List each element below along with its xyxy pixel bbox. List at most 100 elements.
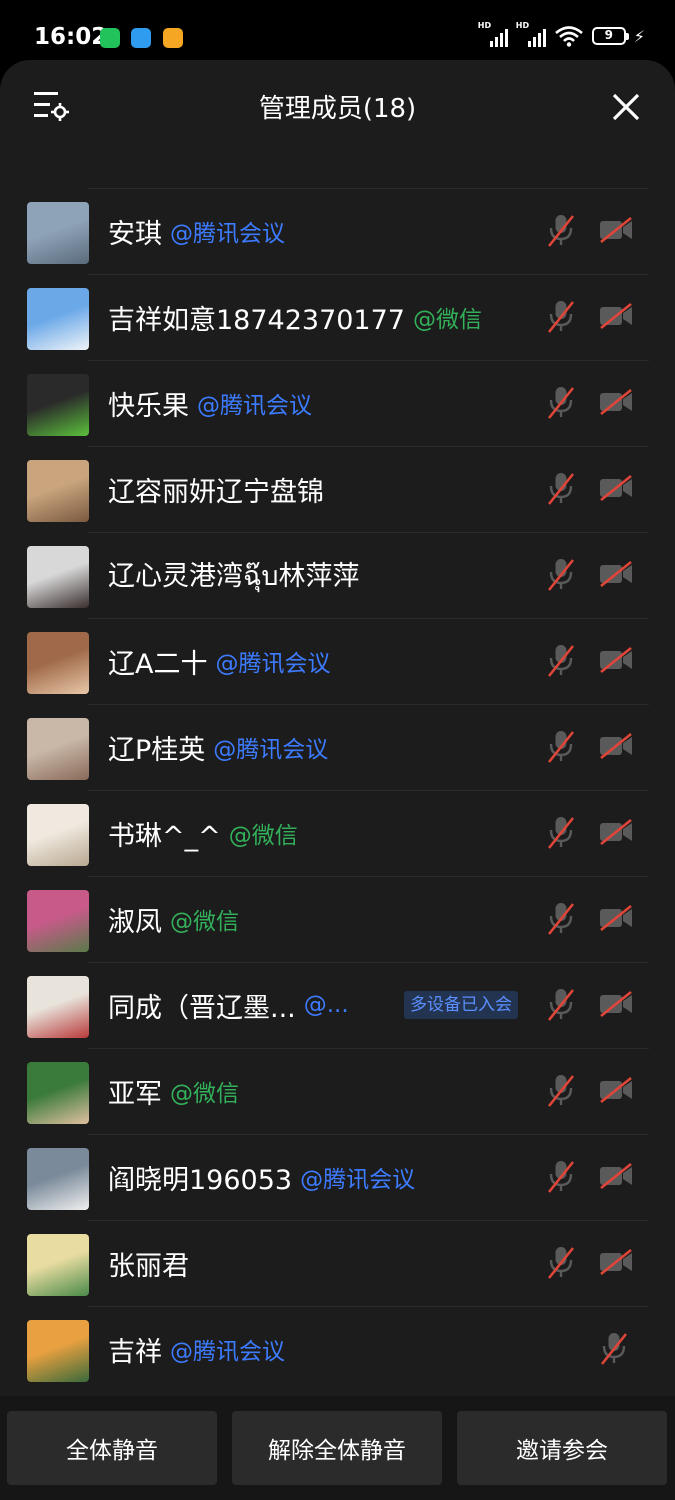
member-name: 吉祥如意18742370177 (108, 304, 405, 336)
mic-muted-icon[interactable] (546, 212, 576, 248)
member-name: 阎晓明196053 (108, 1164, 293, 1196)
invite-button[interactable]: 邀请参会 (457, 1411, 667, 1485)
panel-header: 管理成员(18) (0, 60, 675, 170)
wechat-notification-icon (100, 28, 120, 48)
member-source-tag: @微信 (228, 823, 298, 849)
mic-muted-icon[interactable] (599, 1330, 629, 1366)
page-title: 管理成员(18) (258, 94, 417, 124)
member-name-line: 书琳^_^ @微信 (108, 790, 298, 876)
member-name-line: 吉祥如意18742370177 @微信 (108, 274, 482, 360)
mic-muted-icon[interactable] (546, 470, 576, 506)
member-row[interactable]: 书琳^_^ @微信 (0, 790, 675, 876)
status-time: 16:02 (34, 24, 108, 50)
mic-muted-icon[interactable] (546, 900, 576, 936)
member-avatar (27, 288, 89, 350)
battery-icon: 9 (591, 27, 629, 45)
member-avatar (27, 460, 89, 522)
member-name: 张丽君 (108, 1250, 189, 1282)
member-name-line: 吉祥 @腾讯会议 (108, 1306, 285, 1392)
camera-off-icon[interactable] (598, 560, 634, 588)
member-avatar (27, 718, 89, 780)
camera-off-icon[interactable] (598, 990, 634, 1018)
member-row[interactable]: 辽P桂英 @腾讯会议 (0, 704, 675, 790)
mic-muted-icon[interactable] (546, 986, 576, 1022)
member-name: 安琪 (108, 218, 162, 250)
member-row[interactable]: 亚军 @微信 (0, 1048, 675, 1134)
member-name-line: 辽心灵港湾ฉุ๊บ林萍萍 (108, 532, 360, 618)
mute-all-button[interactable]: 全体静音 (7, 1411, 217, 1485)
signal-icon: HD (516, 21, 546, 47)
camera-off-icon[interactable] (598, 818, 634, 846)
member-name-line: 辽容丽妍辽宁盘锦 (108, 446, 324, 532)
member-row[interactable]: 张丽君 (0, 1220, 675, 1306)
camera-off-icon[interactable] (598, 1248, 634, 1276)
member-row[interactable]: 淑凤 @微信 (0, 876, 675, 962)
member-name: 辽P桂英 (108, 734, 206, 766)
member-row[interactable]: 辽心灵港湾ฉุ๊บ林萍萍 (0, 532, 675, 618)
member-list[interactable]: 安琪 @腾讯会议 吉祥如意18742370177 @微信 快乐果 @腾讯会议 辽容丽妍辽宁盘… (0, 188, 675, 1392)
camera-off-icon[interactable] (598, 302, 634, 330)
member-avatar (27, 202, 89, 264)
mic-muted-icon[interactable] (546, 1158, 576, 1194)
member-avatar (27, 1320, 89, 1382)
member-source-tag: @腾讯会议 (300, 1167, 416, 1193)
member-avatar (27, 804, 89, 866)
camera-off-icon[interactable] (598, 216, 634, 244)
member-row[interactable]: 安琪 @腾讯会议 (0, 188, 675, 274)
notes-notification-icon (163, 28, 183, 48)
camera-off-icon[interactable] (598, 388, 634, 416)
member-name-line: 同成（晋辽墨... @... (108, 962, 349, 1048)
member-name-line: 亚军 @微信 (108, 1048, 239, 1134)
member-row[interactable]: 同成（晋辽墨... @... 多设备已入会 (0, 962, 675, 1048)
cloud-notification-icon (131, 28, 151, 48)
mic-muted-icon[interactable] (546, 298, 576, 334)
member-avatar (27, 890, 89, 952)
member-row[interactable]: 阎晓明196053 @腾讯会议 (0, 1134, 675, 1220)
member-row[interactable]: 吉祥 @腾讯会议 (0, 1306, 675, 1392)
member-avatar (27, 1148, 89, 1210)
member-source-tag: @微信 (170, 909, 239, 935)
member-source-tag: @微信 (170, 1081, 239, 1107)
camera-off-icon[interactable] (598, 474, 634, 502)
member-avatar (27, 1062, 89, 1124)
camera-off-icon[interactable] (598, 1076, 634, 1104)
battery-level: 9 (604, 28, 613, 42)
member-avatar (27, 374, 89, 436)
camera-off-icon[interactable] (598, 1162, 634, 1190)
member-name: 辽A二十 (108, 648, 208, 680)
member-name-line: 辽A二十 @腾讯会议 (108, 618, 330, 704)
camera-off-icon[interactable] (598, 904, 634, 932)
member-name: 书琳^_^ (108, 820, 221, 852)
wifi-icon (554, 26, 583, 47)
mic-muted-icon[interactable] (546, 814, 576, 850)
bottom-action-bar: 全体静音 解除全体静音 邀请参会 (0, 1396, 675, 1500)
member-name-line: 淑凤 @微信 (108, 876, 239, 962)
unmute-all-button[interactable]: 解除全体静音 (232, 1411, 442, 1485)
member-name-line: 张丽君 (108, 1220, 189, 1306)
member-name-line: 安琪 @腾讯会议 (108, 188, 285, 274)
mic-muted-icon[interactable] (546, 728, 576, 764)
camera-off-icon[interactable] (598, 732, 634, 760)
mic-muted-icon[interactable] (546, 1072, 576, 1108)
mic-muted-icon[interactable] (546, 642, 576, 678)
mic-muted-icon[interactable] (546, 556, 576, 592)
member-source-tag: @腾讯会议 (213, 737, 329, 763)
camera-off-icon[interactable] (598, 646, 634, 674)
mic-muted-icon[interactable] (546, 1244, 576, 1280)
member-row[interactable]: 吉祥如意18742370177 @微信 (0, 274, 675, 360)
member-source-tag: @... (303, 992, 349, 1018)
member-avatar (27, 632, 89, 694)
close-icon[interactable] (611, 92, 641, 122)
member-source-tag: @微信 (412, 307, 482, 333)
member-name: 淑凤 (108, 906, 162, 938)
member-name: 亚军 (108, 1078, 162, 1110)
member-source-tag: @腾讯会议 (170, 1339, 285, 1365)
member-name: 吉祥 (108, 1336, 162, 1368)
member-row[interactable]: 辽容丽妍辽宁盘锦 (0, 446, 675, 532)
member-row[interactable]: 快乐果 @腾讯会议 (0, 360, 675, 446)
member-source-tag: @腾讯会议 (197, 393, 312, 419)
member-avatar (27, 1234, 89, 1296)
member-name: 快乐果 (108, 390, 189, 422)
mic-muted-icon[interactable] (546, 384, 576, 420)
member-row[interactable]: 辽A二十 @腾讯会议 (0, 618, 675, 704)
